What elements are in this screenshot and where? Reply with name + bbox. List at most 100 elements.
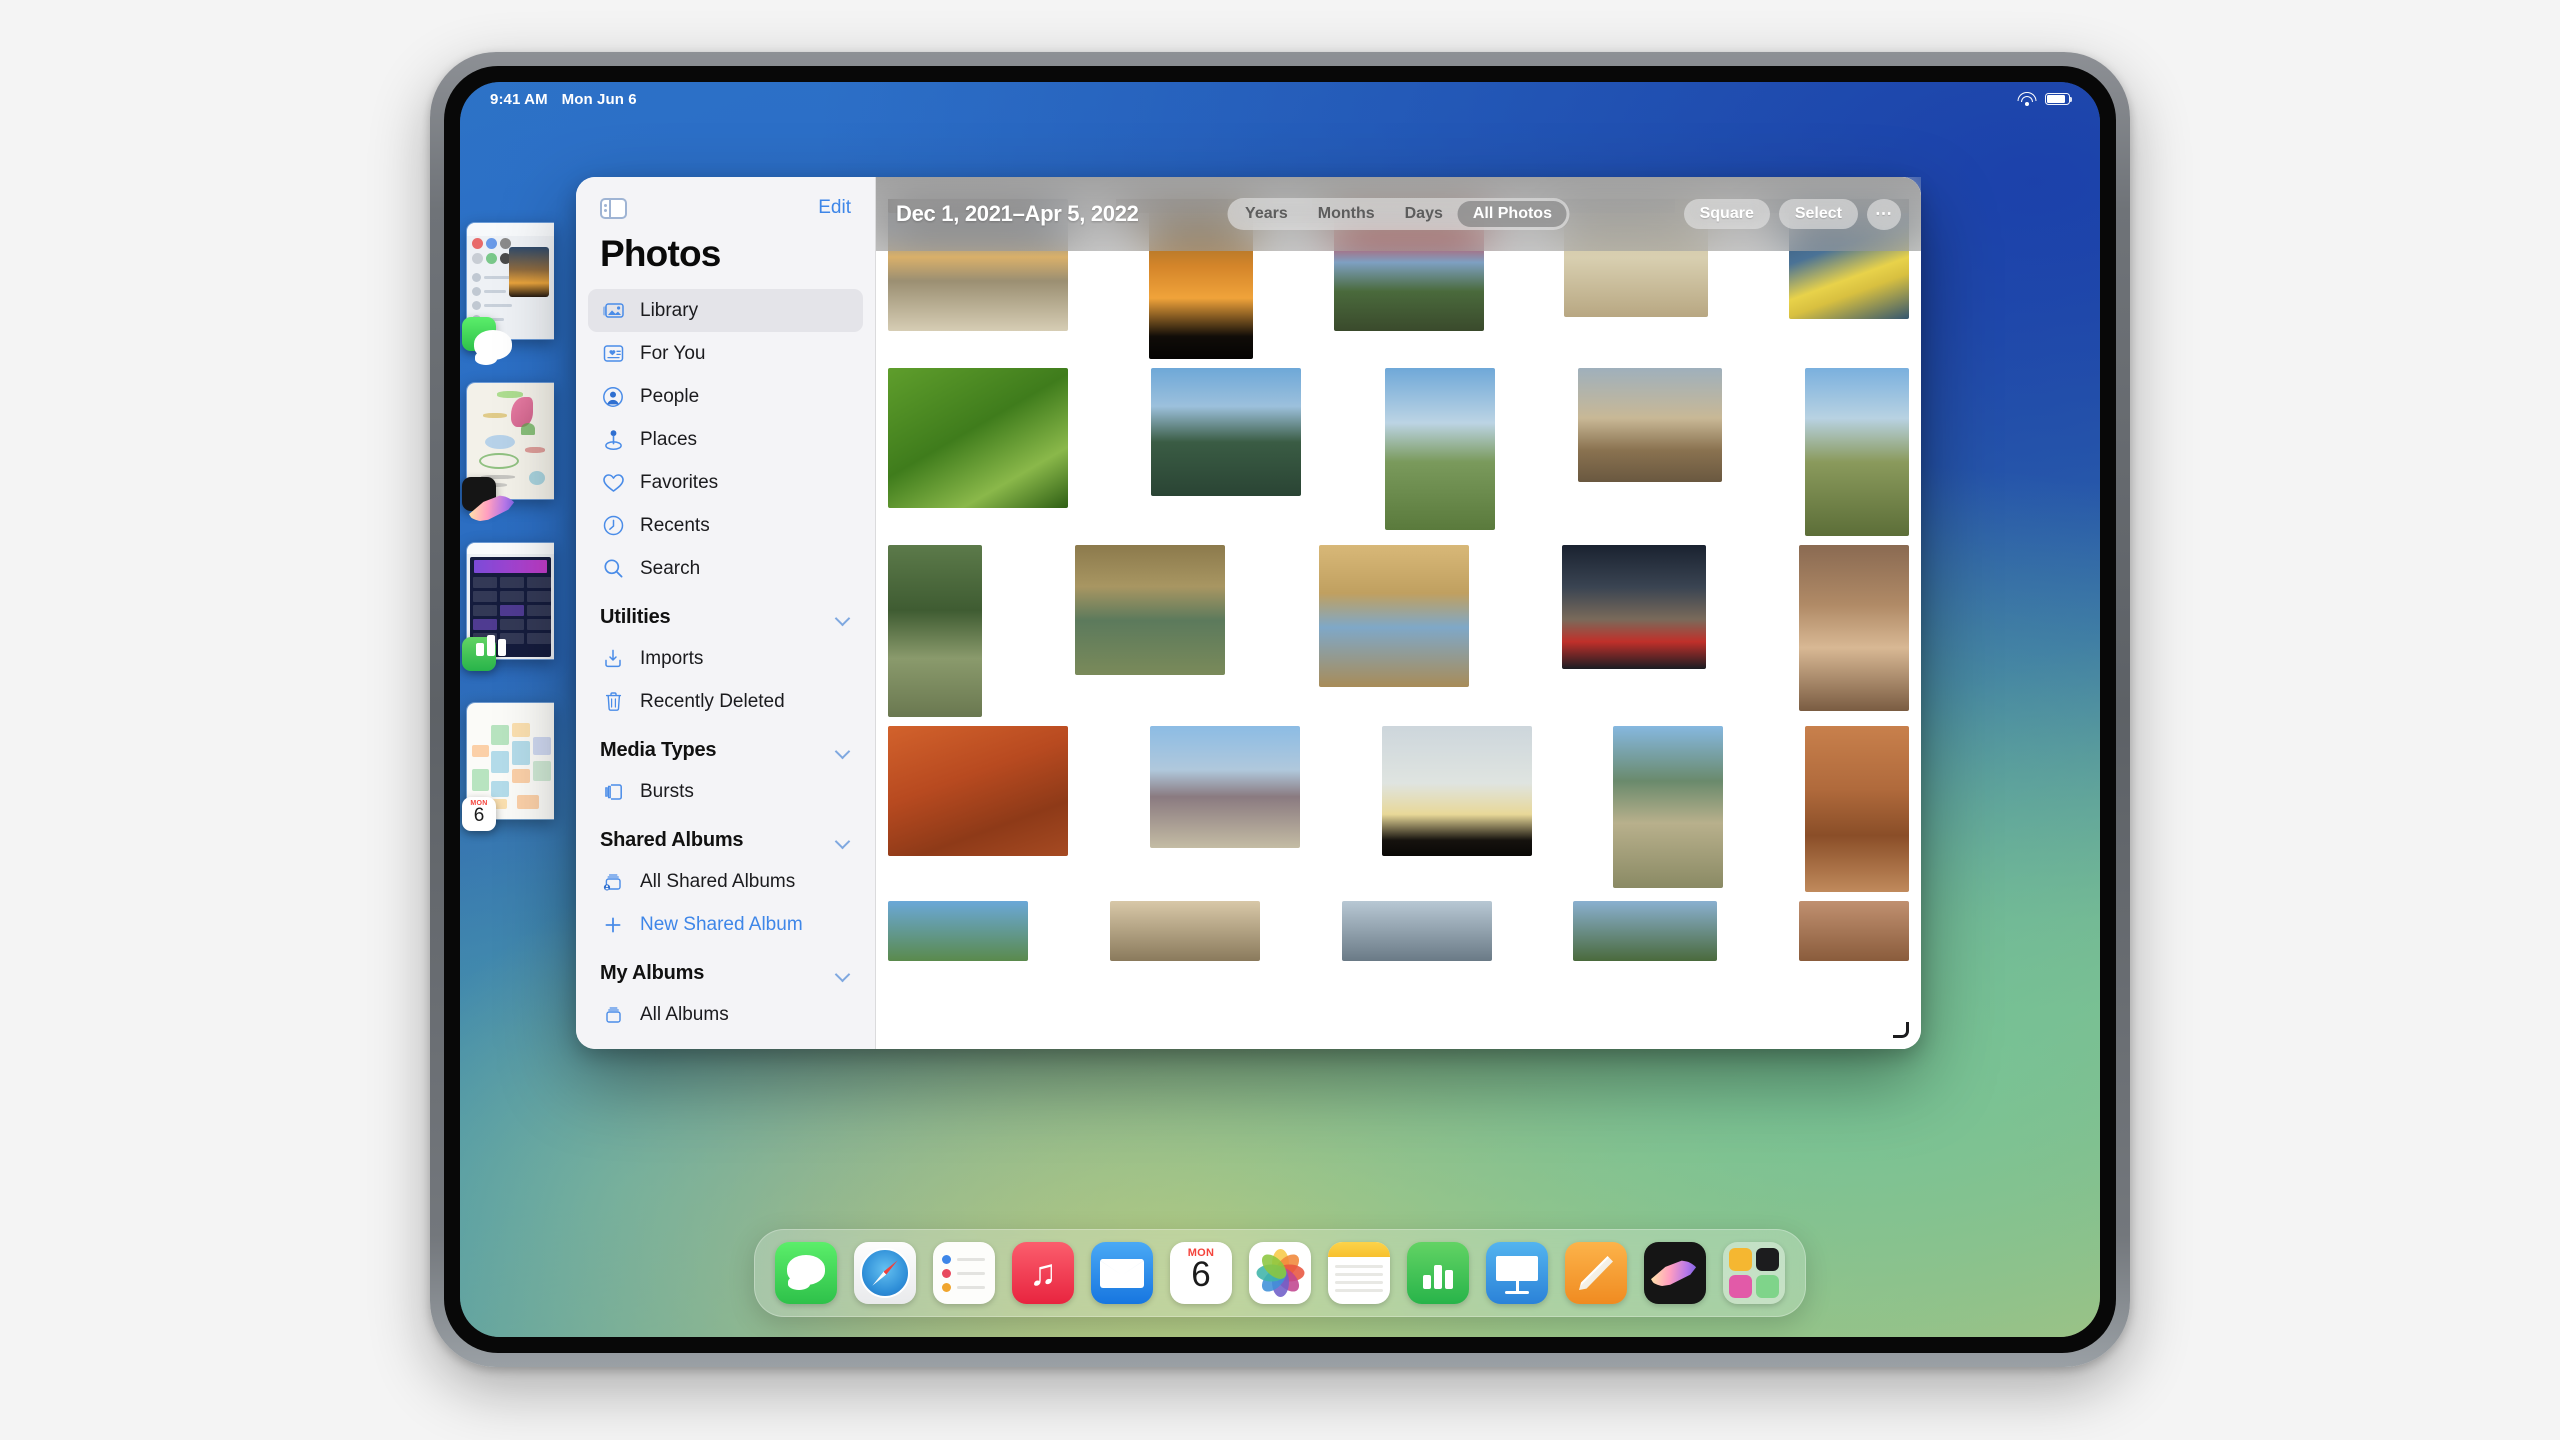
import-icon <box>600 647 626 671</box>
photo-thumbnail[interactable] <box>1573 901 1718 961</box>
sidebar-toggle-icon[interactable] <box>600 197 627 219</box>
dock-app-safari[interactable] <box>854 1242 916 1304</box>
sidebar-item-people[interactable]: People <box>588 375 863 418</box>
select-button[interactable]: Select <box>1778 199 1858 229</box>
dock[interactable]: MON 6 <box>754 1229 1806 1317</box>
stage-manager-strip[interactable]: MON 6 <box>460 222 556 862</box>
photo-thumbnail[interactable] <box>1577 368 1722 482</box>
dock-app-messages[interactable] <box>775 1242 837 1304</box>
dock-app-reminders[interactable] <box>933 1242 995 1304</box>
ipad-device: 9:41 AM Mon Jun 6 MON 6 Edit Photos Libr… <box>430 52 2130 1367</box>
photo-thumbnail[interactable] <box>1805 368 1909 536</box>
for-you-icon <box>600 342 626 366</box>
sidebar-item-library[interactable]: Library <box>588 289 863 332</box>
sidebar-item-places[interactable]: Places <box>588 418 863 461</box>
sidebar-item-recents[interactable]: Recents <box>588 504 863 547</box>
sidebar-item-label: Bursts <box>640 780 694 802</box>
battery-icon <box>2045 93 2073 105</box>
photo-thumbnail[interactable] <box>888 368 1068 508</box>
dock-app-notes[interactable] <box>1328 1242 1390 1304</box>
dock-app-procreate[interactable] <box>1644 1242 1706 1304</box>
dock-app-photos[interactable] <box>1249 1242 1311 1304</box>
sidebar-item-search[interactable]: Search <box>588 547 863 590</box>
sidebar-item-label: All Albums <box>640 1003 729 1025</box>
sidebar-section-media-types[interactable]: Media Types <box>576 723 875 770</box>
sidebar-item-all-shared-albums[interactable]: All Shared Albums <box>588 860 863 903</box>
resize-corner-icon[interactable] <box>1893 1022 1912 1041</box>
dock-app-keynote[interactable] <box>1486 1242 1548 1304</box>
photo-thumbnail[interactable] <box>1799 545 1909 711</box>
photo-thumbnail[interactable] <box>1149 726 1300 848</box>
section-title: Utilities <box>600 606 671 628</box>
photo-thumbnail[interactable] <box>1341 901 1492 961</box>
bursts-icon <box>600 780 626 804</box>
sidebar-item-bursts[interactable]: Bursts <box>588 770 863 813</box>
photo-thumbnail[interactable] <box>1381 726 1532 856</box>
photos-library-icon <box>600 299 626 323</box>
photo-thumbnail[interactable] <box>1318 545 1469 687</box>
plus-icon <box>600 913 626 937</box>
chevron-down-icon[interactable] <box>836 613 851 622</box>
photo-thumbnail[interactable] <box>1151 368 1302 496</box>
photos-sidebar: Edit Photos Library For You People Place… <box>576 177 876 1049</box>
photo-thumbnail[interactable] <box>1384 368 1495 530</box>
dock-app-numbers[interactable] <box>1407 1242 1469 1304</box>
stage-card-numbers[interactable] <box>460 542 554 671</box>
page-title: Photos <box>600 233 721 274</box>
chevron-down-icon[interactable] <box>836 836 851 845</box>
ellipsis-icon[interactable]: ⋯ <box>1867 198 1901 230</box>
places-pin-icon <box>600 428 626 452</box>
photo-thumbnail[interactable] <box>1613 726 1724 888</box>
chevron-down-icon[interactable] <box>836 969 851 978</box>
sidebar-item-all-albums[interactable]: All Albums <box>588 993 863 1036</box>
edit-button[interactable]: Edit <box>818 197 851 219</box>
segment-days[interactable]: Days <box>1390 201 1458 227</box>
sidebar-item-new-shared-album[interactable]: New Shared Album <box>588 903 863 946</box>
dock-app-calendar[interactable]: MON 6 <box>1170 1242 1232 1304</box>
sidebar-item-label: Search <box>640 557 701 579</box>
sidebar-item-favorites[interactable]: Favorites <box>588 461 863 504</box>
photo-grid-area[interactable]: Dec 1, 2021–Apr 5, 2022 Years Months Days A… <box>876 177 1921 1049</box>
photo-thumbnail[interactable] <box>1805 726 1909 892</box>
sidebar-section-utilities[interactable]: Utilities <box>576 590 875 637</box>
photos-window[interactable]: Edit Photos Library For You People Place… <box>576 177 1921 1049</box>
segment-all-photos[interactable]: All Photos <box>1457 201 1567 227</box>
photo-thumbnail[interactable] <box>1561 545 1706 669</box>
status-date: Mon Jun 6 <box>561 90 637 108</box>
device-bezel: 9:41 AM Mon Jun 6 MON 6 Edit Photos Libr… <box>444 66 2116 1353</box>
zoom-square-button[interactable]: Square <box>1683 199 1770 229</box>
sidebar-item-imports[interactable]: Imports <box>588 637 863 680</box>
photo-grid-scroll[interactable] <box>876 177 1921 1049</box>
photo-thumbnail[interactable] <box>888 901 1028 961</box>
sidebar-item-label: For You <box>640 342 706 364</box>
date-range-label: Dec 1, 2021–Apr 5, 2022 <box>896 201 1139 226</box>
photo-thumbnail[interactable] <box>1799 901 1909 961</box>
photo-thumbnail[interactable] <box>1075 545 1226 675</box>
dock-app-folder[interactable] <box>1723 1242 1785 1304</box>
photo-thumbnail[interactable] <box>1109 901 1260 961</box>
sidebar-item-label: Places <box>640 428 698 450</box>
view-mode-segmented-control[interactable]: Years Months Days All Photos <box>1227 198 1570 230</box>
dock-app-mail[interactable] <box>1091 1242 1153 1304</box>
sidebar-item-for-you[interactable]: For You <box>588 332 863 375</box>
chevron-down-icon[interactable] <box>836 746 851 755</box>
trash-icon <box>600 690 626 714</box>
messages-app-icon <box>462 317 512 360</box>
dock-app-music[interactable] <box>1012 1242 1074 1304</box>
sidebar-item-label: Recently Deleted <box>640 690 785 712</box>
photo-thumbnail[interactable] <box>888 545 982 717</box>
segment-years[interactable]: Years <box>1230 201 1303 227</box>
calendar-day-label: 6 <box>1191 1255 1211 1294</box>
stage-card-calendar[interactable]: MON 6 <box>460 702 554 831</box>
segment-months[interactable]: Months <box>1303 201 1390 227</box>
search-icon <box>600 557 626 581</box>
photo-row <box>888 368 1909 536</box>
dock-app-pages[interactable] <box>1565 1242 1627 1304</box>
sidebar-item-recently-deleted[interactable]: Recently Deleted <box>588 680 863 723</box>
sidebar-section-shared-albums[interactable]: Shared Albums <box>576 813 875 860</box>
sidebar-section-my-albums[interactable]: My Albums <box>576 946 875 993</box>
section-title: Shared Albums <box>600 829 744 851</box>
stage-card-procreate[interactable] <box>460 382 554 522</box>
photo-thumbnail[interactable] <box>888 726 1068 856</box>
stage-card-messages[interactable] <box>460 222 554 360</box>
